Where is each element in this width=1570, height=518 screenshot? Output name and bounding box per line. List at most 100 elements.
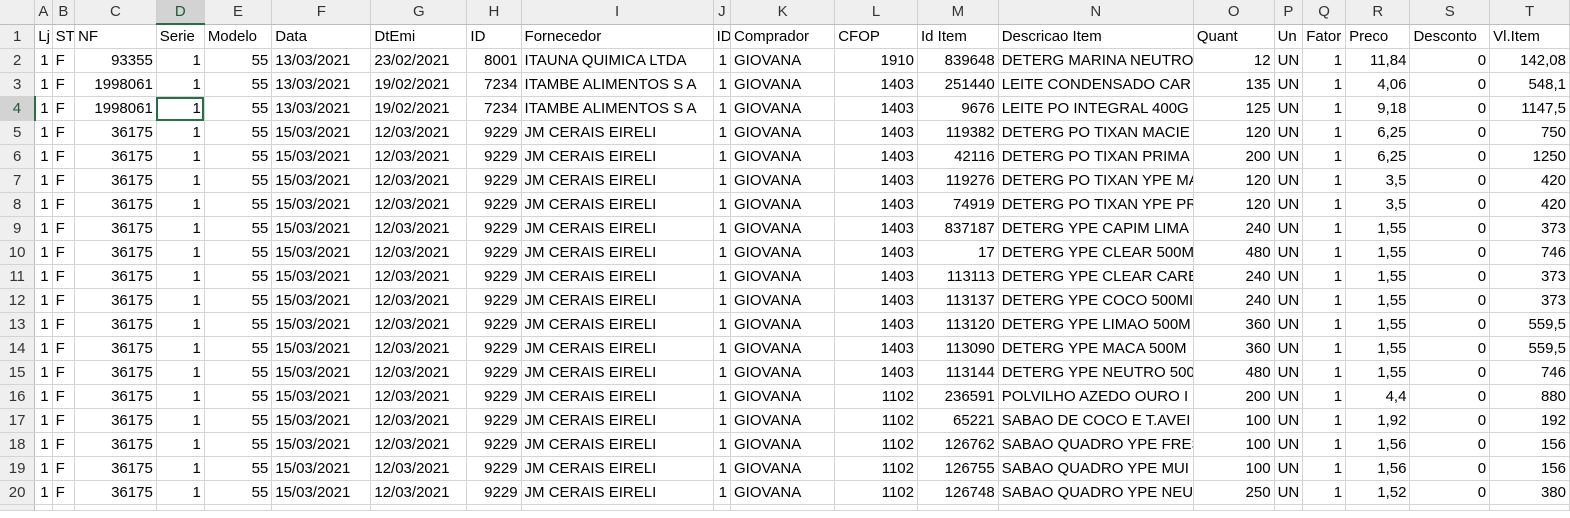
cell-g10[interactable]: 12/03/2021: [370, 240, 468, 265]
cell-a9[interactable]: 1: [34, 216, 53, 241]
cell-h6[interactable]: 9229: [466, 144, 522, 169]
cell-t3[interactable]: 548,1: [1489, 72, 1570, 97]
cell-a4[interactable]: 1: [34, 96, 53, 121]
cell-k12[interactable]: GIOVANA: [730, 288, 836, 313]
cell-i13[interactable]: JM CERAIS EIRELI: [521, 312, 714, 337]
cell-o16[interactable]: 200: [1193, 384, 1275, 409]
cell-h2[interactable]: 8001: [466, 48, 522, 73]
cell-h15[interactable]: 9229: [466, 360, 522, 385]
cell-q17[interactable]: 1: [1302, 408, 1347, 433]
cell-t10[interactable]: 746: [1489, 240, 1570, 265]
cell-h14[interactable]: 9229: [466, 336, 522, 361]
cell-n19[interactable]: SABAO QUADRO YPE MUI: [998, 456, 1194, 481]
cell-f15[interactable]: 15/03/2021: [271, 360, 372, 385]
cell-c16[interactable]: 36175: [74, 384, 157, 409]
cell-h16[interactable]: 9229: [466, 384, 522, 409]
cell-f7[interactable]: 15/03/2021: [271, 168, 372, 193]
cell-s4[interactable]: 0: [1409, 96, 1491, 121]
cell-g3[interactable]: 19/02/2021: [370, 72, 468, 97]
cell-g6[interactable]: 12/03/2021: [370, 144, 468, 169]
cell-k14[interactable]: GIOVANA: [730, 336, 836, 361]
cell-s5[interactable]: 0: [1409, 120, 1491, 145]
cell-d5[interactable]: 1: [156, 120, 205, 145]
cell-k10[interactable]: GIOVANA: [730, 240, 836, 265]
cell-r3[interactable]: 4,06: [1345, 72, 1411, 97]
cell-a1[interactable]: Lj: [34, 24, 53, 49]
cell-k1[interactable]: Comprador: [730, 24, 836, 49]
cell-c18[interactable]: 36175: [74, 432, 157, 457]
cell-t5[interactable]: 750: [1489, 120, 1570, 145]
cell-e18[interactable]: 55: [204, 432, 273, 457]
cell-q18[interactable]: 1: [1302, 432, 1347, 457]
cell-s13[interactable]: 0: [1409, 312, 1491, 337]
cell-i10[interactable]: JM CERAIS EIRELI: [521, 240, 714, 265]
cell-e11[interactable]: 55: [204, 264, 273, 289]
cell-g7[interactable]: 12/03/2021: [370, 168, 468, 193]
cell-n10[interactable]: DETERG YPE CLEAR 500M: [998, 240, 1194, 265]
cell-n12[interactable]: DETERG YPE COCO 500MI: [998, 288, 1194, 313]
row-header-6[interactable]: 6: [0, 144, 36, 169]
cell-i1[interactable]: Fornecedor: [521, 24, 714, 49]
cell-m2[interactable]: 839648: [917, 48, 999, 73]
cell-g9[interactable]: 12/03/2021: [370, 216, 468, 241]
cell-b4[interactable]: F: [52, 96, 76, 121]
cell-o20[interactable]: 250: [1193, 480, 1275, 505]
cell-q6[interactable]: 1: [1302, 144, 1347, 169]
cell-k4[interactable]: GIOVANA: [730, 96, 836, 121]
cell-c7[interactable]: 36175: [74, 168, 157, 193]
cell-l14[interactable]: 1403: [834, 336, 918, 361]
cell-c12[interactable]: 36175: [74, 288, 157, 313]
cell-f10[interactable]: 15/03/2021: [271, 240, 372, 265]
cell-k16[interactable]: GIOVANA: [730, 384, 836, 409]
cell-q8[interactable]: 1: [1302, 192, 1347, 217]
cell-b14[interactable]: F: [52, 336, 76, 361]
row-header-3[interactable]: 3: [0, 72, 36, 97]
cell-m8[interactable]: 74919: [917, 192, 999, 217]
cell-o14[interactable]: 360: [1193, 336, 1275, 361]
cell-a6[interactable]: 1: [34, 144, 53, 169]
cell-t19[interactable]: 156: [1489, 456, 1570, 481]
cell-r10[interactable]: 1,55: [1345, 240, 1411, 265]
cell-h5[interactable]: 9229: [466, 120, 522, 145]
cell-b19[interactable]: F: [52, 456, 76, 481]
row-header-16[interactable]: 16: [0, 384, 36, 409]
cell-e4[interactable]: 55: [204, 96, 273, 121]
cell-i2[interactable]: ITAUNA QUIMICA LTDA: [521, 48, 714, 73]
cell-a17[interactable]: 1: [34, 408, 53, 433]
cell-t14[interactable]: 559,5: [1489, 336, 1570, 361]
cell-j19[interactable]: 1: [713, 456, 732, 481]
cell-s18[interactable]: 0: [1409, 432, 1491, 457]
row-header-7[interactable]: 7: [0, 168, 36, 193]
cell-a18[interactable]: 1: [34, 432, 53, 457]
cell-k5[interactable]: GIOVANA: [730, 120, 836, 145]
cell-k2[interactable]: GIOVANA: [730, 48, 836, 73]
cell-h4[interactable]: 7234: [466, 96, 522, 121]
cell-n9[interactable]: DETERG YPE CAPIM LIMA: [998, 216, 1194, 241]
cell-s1[interactable]: Desconto: [1409, 24, 1491, 49]
cell-k19[interactable]: GIOVANA: [730, 456, 836, 481]
cell-c5[interactable]: 36175: [74, 120, 157, 145]
cell-b10[interactable]: F: [52, 240, 76, 265]
cell-c17[interactable]: 36175: [74, 408, 157, 433]
cell-j17[interactable]: 1: [713, 408, 732, 433]
cell-e1[interactable]: Modelo: [204, 24, 273, 49]
cell-j8[interactable]: 1: [713, 192, 732, 217]
cell-o7[interactable]: 120: [1193, 168, 1275, 193]
cell-o18[interactable]: 100: [1193, 432, 1275, 457]
cell-c9[interactable]: 36175: [74, 216, 157, 241]
column-header-g[interactable]: G: [370, 0, 468, 25]
row-header-10[interactable]: 10: [0, 240, 36, 265]
cell-k6[interactable]: GIOVANA: [730, 144, 836, 169]
column-header-r[interactable]: R: [1345, 0, 1411, 25]
cell-m3[interactable]: 251440: [917, 72, 999, 97]
cell-s14[interactable]: 0: [1409, 336, 1491, 361]
cell-i17[interactable]: JM CERAIS EIRELI: [521, 408, 714, 433]
cell-q15[interactable]: 1: [1302, 360, 1347, 385]
cell-q12[interactable]: 1: [1302, 288, 1347, 313]
cell-d20[interactable]: 1: [156, 480, 205, 505]
cell-r15[interactable]: 1,55: [1345, 360, 1411, 385]
cell-t12[interactable]: 373: [1489, 288, 1570, 313]
cell-r1[interactable]: Preco: [1345, 24, 1411, 49]
cell-i6[interactable]: JM CERAIS EIRELI: [521, 144, 714, 169]
cell-j18[interactable]: 1: [713, 432, 732, 457]
